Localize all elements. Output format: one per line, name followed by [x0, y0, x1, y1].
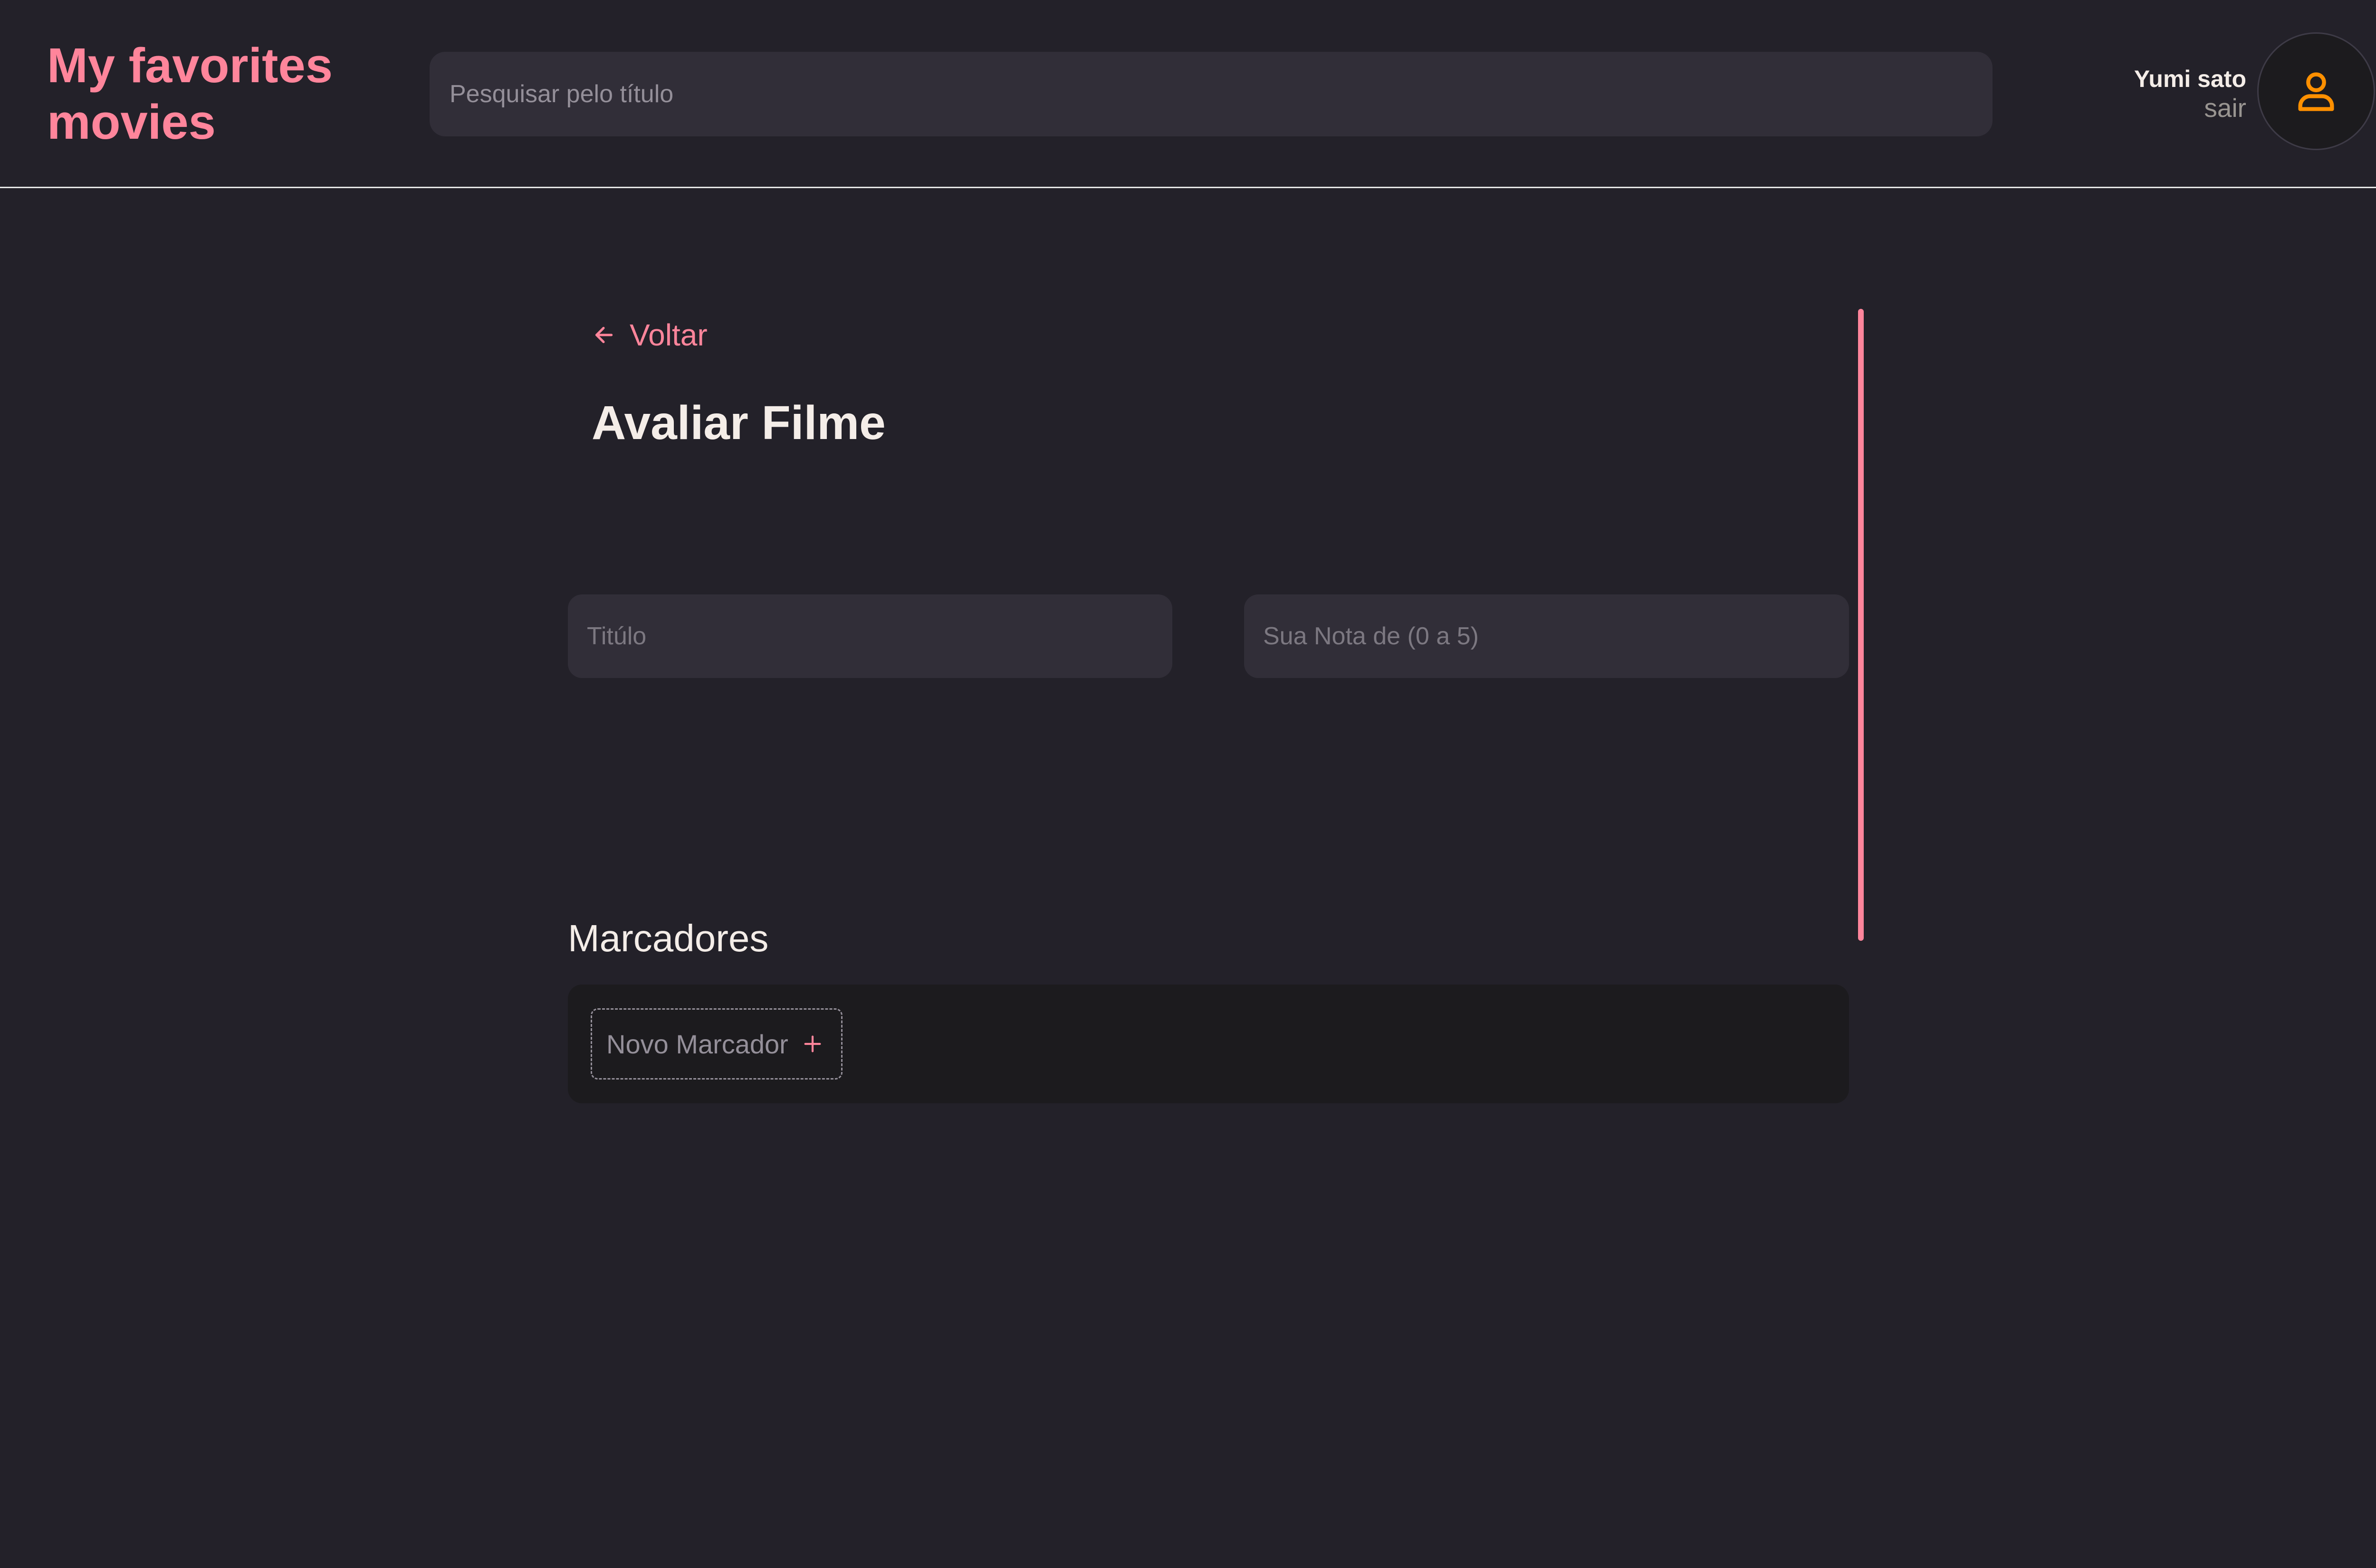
- title-input[interactable]: [568, 594, 1172, 678]
- brand-title: My favorites movies: [47, 38, 333, 149]
- avatar[interactable]: [2257, 32, 2375, 150]
- new-tag-input[interactable]: [606, 1028, 798, 1060]
- back-link[interactable]: Voltar: [592, 316, 708, 354]
- rating-input[interactable]: [1244, 594, 1849, 678]
- plus-icon: [804, 1035, 821, 1052]
- add-tag-button[interactable]: [798, 1030, 827, 1058]
- new-tag-item: [591, 1008, 843, 1080]
- arrow-left-icon: [595, 326, 613, 344]
- user-icon: [2298, 72, 2334, 111]
- app-header: My favorites movies Yumi sato sair: [0, 0, 2376, 188]
- scrollbar-thumb[interactable]: [1858, 309, 1864, 941]
- tags-section-title: Marcadores: [568, 917, 769, 959]
- back-label: Voltar: [630, 318, 708, 352]
- profile-name: Yumi sato: [2134, 66, 2246, 92]
- tags-container: [568, 985, 1849, 1103]
- page-title: Avaliar Filme: [592, 396, 886, 449]
- logout-link[interactable]: sair: [2134, 93, 2246, 123]
- search-input[interactable]: [430, 52, 1993, 136]
- profile-info: Yumi sato sair: [2134, 65, 2246, 123]
